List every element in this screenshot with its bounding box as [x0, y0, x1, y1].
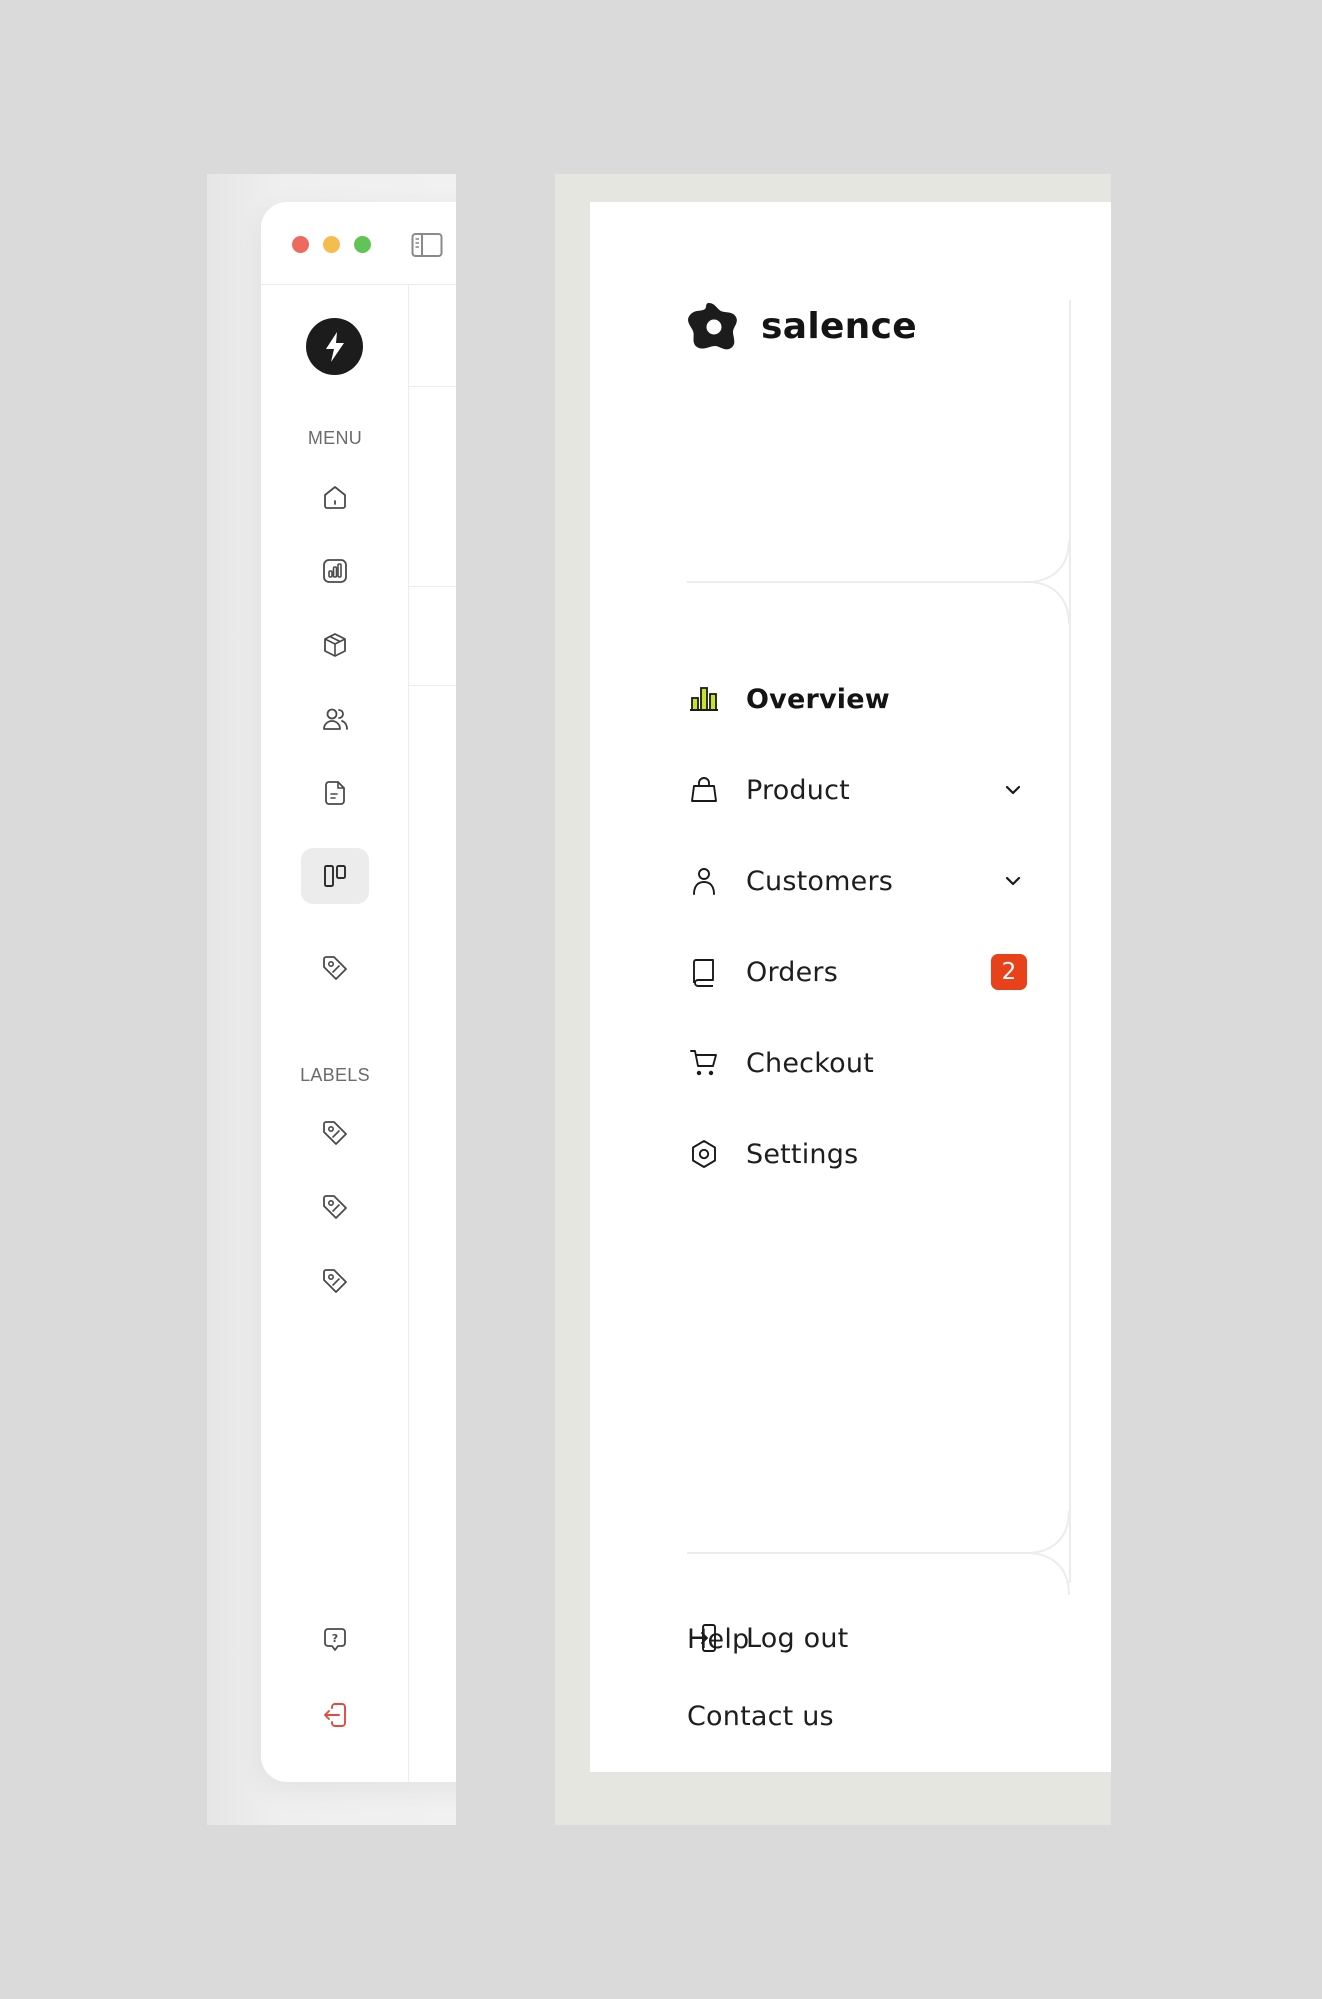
book-icon [693, 959, 714, 987]
nav-label: Orders [746, 956, 838, 988]
box-icon [324, 633, 346, 657]
content-divider [409, 586, 456, 587]
sidebar-toggle-icon[interactable] [411, 232, 443, 258]
rail-divider [408, 284, 409, 1782]
nav-item-customers[interactable]: Customers [687, 853, 1027, 909]
labels-section-label: LABELS [300, 1065, 370, 1085]
content-divider [409, 386, 456, 387]
nav-item-orders[interactable]: Orders 2 [687, 944, 1027, 1000]
expanded-sidebar-mockup: salence Overview Product Customers Order… [555, 174, 1111, 1825]
brand-name: salence [761, 305, 917, 347]
content-divider [409, 685, 456, 686]
app-window: MENU LABELS ? [261, 202, 456, 1782]
salence-logo-icon [688, 303, 737, 350]
rail-help-button[interactable]: ? [305, 1614, 365, 1664]
tag-icon [323, 956, 347, 980]
rail-documents-button[interactable] [305, 768, 365, 818]
nav-label: Settings [746, 1138, 859, 1170]
tag-icon [323, 1121, 347, 1145]
nav-label: Product [746, 774, 850, 806]
chart-icon [323, 559, 347, 583]
nav-label: Overview [746, 683, 890, 715]
svg-text:?: ? [332, 1632, 338, 1645]
logout-icon [691, 1624, 716, 1652]
lightning-bolt-icon [325, 331, 344, 362]
cart-icon [690, 1050, 717, 1076]
nav-item-settings[interactable]: Settings [687, 1126, 1027, 1182]
section-divider [687, 1552, 1027, 1554]
orders-count-badge: 2 [991, 954, 1027, 990]
rail-tags-button[interactable] [305, 943, 365, 993]
logout-icon [324, 1703, 346, 1727]
brand-logo[interactable]: salence [687, 300, 917, 352]
rail-label-button[interactable] [305, 1108, 365, 1158]
tag-icon [323, 1195, 347, 1219]
chevron-down-icon[interactable] [1001, 869, 1025, 893]
sidebar-outline [1069, 613, 1071, 1583]
divider-curve [1027, 1511, 1070, 1595]
divider-curve [1027, 540, 1070, 624]
rail-products-button[interactable] [305, 620, 365, 670]
rail-home-button[interactable] [305, 472, 365, 522]
logout-label: Log out [746, 1622, 849, 1654]
rail-board-button[interactable] [301, 848, 369, 904]
close-window-button[interactable] [292, 236, 309, 253]
shopping-bag-icon [691, 777, 717, 802]
rail-logout-button[interactable] [305, 1690, 365, 1740]
contact-us-link[interactable]: Contact us [687, 1701, 834, 1732]
nav-label: Checkout [746, 1047, 874, 1079]
window-titlebar [261, 202, 456, 285]
bar-chart-icon [690, 687, 718, 711]
nav-item-checkout[interactable]: Checkout [687, 1035, 1027, 1091]
tag-icon [323, 1269, 347, 1293]
kanban-icon [324, 865, 346, 887]
nav-label: Customers [746, 865, 894, 897]
rail-label-button[interactable] [305, 1256, 365, 1306]
logout-button[interactable]: Log out [687, 1610, 987, 1666]
chevron-down-icon[interactable] [1001, 778, 1025, 802]
rail-analytics-button[interactable] [305, 546, 365, 596]
section-divider [687, 581, 1027, 583]
nav-item-product[interactable]: Product [687, 762, 1027, 818]
rail-label-button[interactable] [305, 1182, 365, 1232]
document-icon [325, 781, 345, 805]
rail-customers-button[interactable] [305, 694, 365, 744]
brand-logo[interactable] [306, 318, 363, 375]
home-icon [324, 486, 346, 509]
sidebar-panel: salence Overview Product Customers Order… [590, 202, 1111, 1772]
maximize-window-button[interactable] [354, 236, 371, 253]
minimize-window-button[interactable] [323, 236, 340, 253]
compact-sidebar-mockup: MENU LABELS ? [207, 174, 456, 1825]
person-icon [693, 868, 715, 895]
hexagon-settings-icon [692, 1140, 716, 1168]
users-icon [323, 708, 348, 730]
help-bubble-icon: ? [324, 1628, 346, 1651]
nav-item-overview[interactable]: Overview [687, 671, 1027, 727]
menu-section-label: MENU [307, 428, 363, 448]
